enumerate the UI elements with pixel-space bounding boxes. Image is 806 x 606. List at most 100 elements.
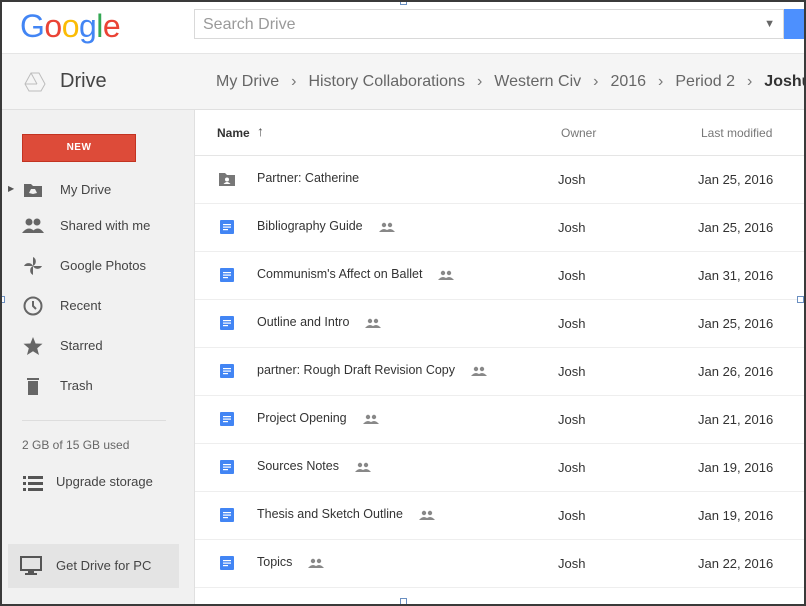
logo-letter: o bbox=[44, 8, 62, 44]
file-name-cell: partner: Rough Draft Revision Copy bbox=[257, 363, 488, 377]
table-row[interactable]: Sources Notes Josh Jan 19, 2016 bbox=[195, 444, 804, 492]
get-drive-label: Get Drive for PC bbox=[56, 558, 152, 573]
selection-handle bbox=[797, 296, 804, 303]
table-row[interactable]: Thesis and Sketch Outline Josh Jan 19, 2… bbox=[195, 492, 804, 540]
get-drive-for-pc-button[interactable]: Get Drive for PC bbox=[8, 544, 179, 588]
google-doc-icon bbox=[220, 364, 234, 378]
column-header-owner[interactable]: Owner bbox=[561, 126, 596, 140]
file-last-modified: Jan 19, 2016 bbox=[698, 460, 774, 475]
sidebar-item-google-photos[interactable]: Google Photos bbox=[2, 248, 195, 284]
sidebar-item-my-drive[interactable]: ▶ My Drive bbox=[2, 172, 195, 208]
breadcrumb-item[interactable]: History Collaborations bbox=[308, 73, 465, 91]
computer-icon bbox=[20, 556, 42, 575]
breadcrumb-item[interactable]: 2016 bbox=[610, 73, 646, 91]
column-header-last-modified[interactable]: Last modified bbox=[701, 126, 772, 140]
chevron-right-icon: › bbox=[658, 73, 664, 90]
sidebar-item-starred[interactable]: Starred bbox=[2, 328, 195, 364]
expand-arrow-icon[interactable]: ▶ bbox=[8, 184, 14, 193]
sidebar-item-label: Recent bbox=[60, 298, 102, 313]
drive-logo-icon bbox=[24, 72, 46, 92]
new-button[interactable]: NEW bbox=[22, 134, 136, 162]
shared-people-icon bbox=[378, 222, 395, 232]
sort-ascending-icon[interactable]: ↑ bbox=[257, 123, 264, 139]
table-row[interactable]: Topics Josh Jan 22, 2016 bbox=[195, 540, 804, 588]
shared-people-icon bbox=[438, 270, 455, 280]
recent-icon bbox=[23, 296, 43, 316]
file-last-modified: Jan 25, 2016 bbox=[698, 172, 774, 187]
file-owner: Josh bbox=[558, 172, 586, 187]
google-doc-icon bbox=[220, 556, 234, 570]
file-owner: Josh bbox=[558, 316, 586, 331]
search-button[interactable] bbox=[784, 9, 804, 39]
google-doc-icon bbox=[220, 316, 234, 330]
breadcrumb-item[interactable]: Western Civ bbox=[494, 73, 581, 91]
search-placeholder: Search Drive bbox=[203, 16, 296, 33]
file-name: Communism's Affect on Ballet bbox=[257, 267, 423, 281]
breadcrumb-item[interactable]: My Drive bbox=[216, 73, 279, 91]
file-last-modified: Jan 25, 2016 bbox=[698, 316, 774, 331]
table-row[interactable]: Outline and Intro Josh Jan 25, 2016 bbox=[195, 300, 804, 348]
file-name: partner: Rough Draft Revision Copy bbox=[257, 363, 456, 377]
file-owner: Josh bbox=[558, 412, 586, 427]
sidebar-item-label: Shared with me bbox=[60, 218, 151, 233]
list-icon bbox=[23, 476, 43, 491]
google-doc-icon bbox=[220, 508, 234, 522]
file-name-cell: Project Opening bbox=[257, 411, 379, 425]
file-name-cell: Sources Notes bbox=[257, 459, 371, 473]
file-name-cell: Outline and Intro bbox=[257, 315, 382, 329]
breadcrumb: My Drive › History Collaborations › Western … bbox=[216, 73, 804, 91]
column-header-name[interactable]: Name bbox=[217, 126, 250, 140]
file-owner: Josh bbox=[558, 220, 586, 235]
sidebar-item-label: Starred bbox=[60, 338, 103, 353]
sidebar-item-shared-with-me[interactable]: Shared with me bbox=[2, 208, 195, 244]
file-last-modified: Jan 26, 2016 bbox=[698, 364, 774, 379]
chevron-right-icon: › bbox=[291, 73, 297, 90]
drive-header-bar: Drive My Drive › History Collaborations › We… bbox=[2, 54, 804, 110]
google-logo[interactable]: Google bbox=[20, 8, 121, 45]
file-name: Bibliography Guide bbox=[257, 219, 363, 233]
shared-people-icon bbox=[365, 318, 382, 328]
file-last-modified: Jan 19, 2016 bbox=[698, 508, 774, 523]
selection-handle bbox=[400, 2, 407, 5]
shared-people-icon bbox=[308, 558, 325, 568]
file-owner: Josh bbox=[558, 556, 586, 571]
app-title: Drive bbox=[60, 70, 107, 92]
file-owner: Josh bbox=[558, 364, 586, 379]
google-doc-icon bbox=[220, 460, 234, 474]
file-name: Partner: Catherine bbox=[257, 171, 360, 185]
sidebar-item-label: My Drive bbox=[60, 182, 112, 197]
file-last-modified: Jan 31, 2016 bbox=[698, 268, 774, 283]
table-row[interactable]: Project Opening Josh Jan 21, 2016 bbox=[195, 396, 804, 444]
file-owner: Josh bbox=[558, 508, 586, 523]
breadcrumb-item[interactable]: Period 2 bbox=[675, 73, 735, 91]
file-last-modified: Jan 22, 2016 bbox=[698, 556, 774, 571]
table-row[interactable]: Partner: Catherine Josh Jan 25, 2016 bbox=[195, 156, 804, 204]
sidebar-divider bbox=[22, 420, 166, 421]
sidebar-item-recent[interactable]: Recent bbox=[2, 288, 195, 324]
top-bar: Google Search Drive ▼ bbox=[2, 2, 804, 54]
sidebar-item-label: Google Photos bbox=[60, 258, 147, 273]
selection-handle bbox=[400, 598, 407, 604]
logo-letter: o bbox=[61, 8, 80, 44]
logo-letter: G bbox=[20, 8, 45, 44]
shared-people-icon bbox=[471, 366, 488, 376]
file-name: Sources Notes bbox=[257, 459, 339, 473]
breadcrumb-current[interactable]: Joshua bbox=[764, 73, 804, 91]
table-row[interactable]: Communism's Affect on Ballet Josh Jan 31… bbox=[195, 252, 804, 300]
table-row[interactable]: partner: Rough Draft Revision Copy Josh … bbox=[195, 348, 804, 396]
file-name: Topics bbox=[257, 555, 293, 569]
my-drive-icon bbox=[24, 184, 42, 197]
shared-people-icon bbox=[418, 510, 435, 520]
shared-people-icon bbox=[362, 414, 379, 424]
storage-usage-text: 2 GB of 15 GB used bbox=[22, 438, 130, 452]
trash-icon bbox=[27, 378, 39, 395]
search-options-dropdown-icon[interactable]: ▼ bbox=[764, 18, 775, 30]
logo-letter: g bbox=[78, 8, 97, 44]
upgrade-storage-link[interactable]: Upgrade storage bbox=[2, 468, 195, 498]
search-input[interactable]: Search Drive ▼ bbox=[194, 9, 784, 39]
sidebar-item-trash[interactable]: Trash bbox=[2, 368, 195, 404]
logo-letter: l bbox=[96, 8, 103, 44]
file-last-modified: Jan 21, 2016 bbox=[698, 412, 774, 427]
file-list-header: Name ↑ Owner Last modified bbox=[195, 110, 804, 156]
table-row[interactable]: Bibliography Guide Josh Jan 25, 2016 bbox=[195, 204, 804, 252]
